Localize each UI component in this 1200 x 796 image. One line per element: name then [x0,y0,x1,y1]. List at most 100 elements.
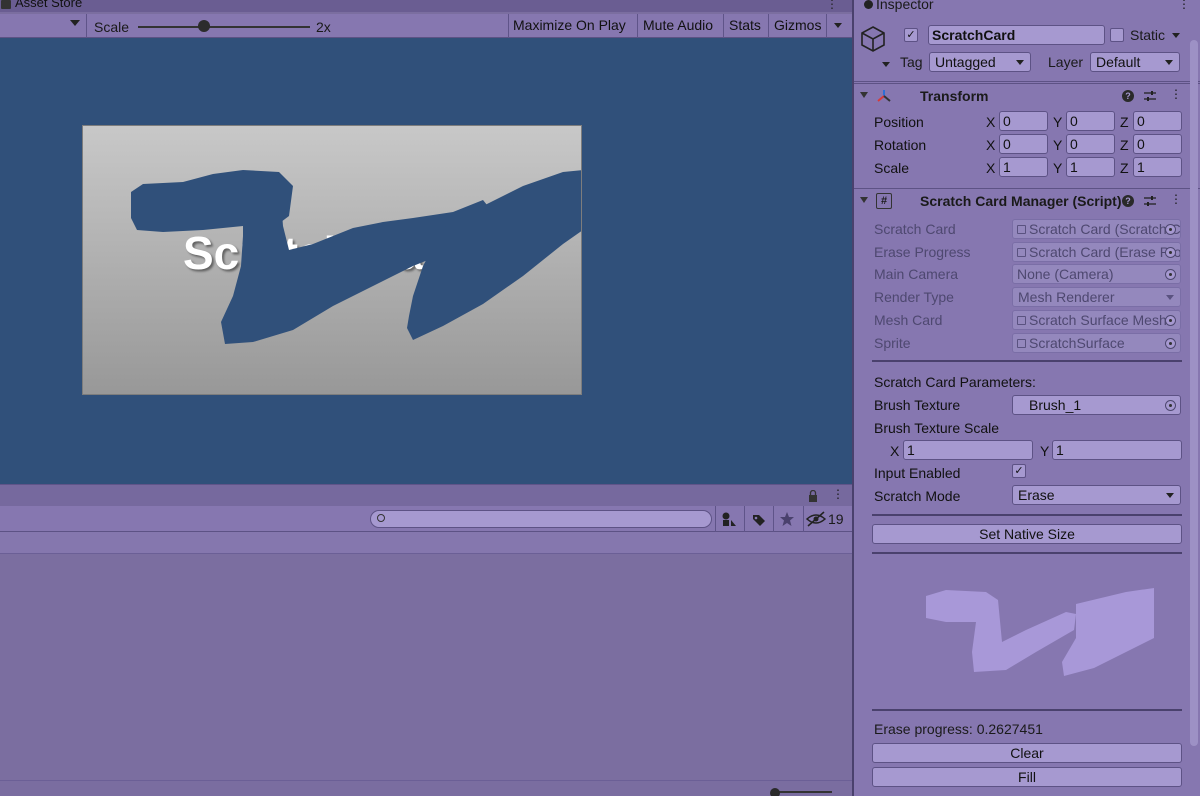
tag-dropdown[interactable]: Untagged [929,52,1031,72]
mute-audio-button[interactable]: Mute Audio [643,17,713,33]
object-picker-icon [1165,315,1176,326]
active-checkbox[interactable]: ✓ [904,28,918,42]
favorites-star-icon[interactable] [774,509,800,529]
preview-stroke [972,600,1076,672]
foldout-arrow-icon[interactable] [860,197,868,203]
section-divider [872,709,1182,711]
gizmos-dropdown-icon[interactable] [834,23,842,28]
script-icon: # [876,193,892,209]
static-checkbox[interactable] [1110,28,1124,42]
erase-progress-value: Scratch Card (Erase Progress) [1029,244,1180,260]
lock-icon[interactable] [808,490,818,502]
help-icon[interactable]: ? [1122,195,1134,207]
toolbar-separator [723,14,724,38]
tab-asset-store[interactable]: Asset Store [0,0,82,12]
gameobject-cube-icon[interactable] [858,24,888,54]
hidden-packages-eye-icon[interactable] [804,509,828,529]
scratch-mode-label: Scratch Mode [874,488,961,504]
scratch-card-parameters-heading: Scratch Card Parameters: [874,374,1036,390]
display-dropdown-icon[interactable] [70,20,80,26]
scale-label: Scale [874,160,910,176]
static-dropdown-icon[interactable] [1172,33,1180,38]
filter-by-label-icon[interactable] [745,509,771,529]
presets-icon[interactable] [1144,195,1156,207]
axis-z-label: Z [1120,160,1129,176]
layer-dropdown[interactable]: Default [1090,52,1180,72]
brush-texture-label: Brush Texture [874,397,961,413]
layer-value: Default [1096,54,1141,70]
rotation-y-field[interactable] [1066,134,1115,154]
game-tab-menu-icon[interactable]: ⋮ [826,0,838,11]
fill-button[interactable]: Fill [872,767,1182,787]
icon-dropdown-icon[interactable] [882,62,890,67]
object-name-field[interactable] [928,25,1105,45]
set-native-size-button[interactable]: Set Native Size [872,524,1182,544]
icon-size-slider-track[interactable] [776,791,832,793]
erase-progress-field: Scratch Card (Erase Progress) [1012,242,1181,262]
render-type-label: Render Type [874,289,954,305]
clear-button[interactable]: Clear [872,743,1182,763]
object-picker-icon[interactable] [1165,400,1176,411]
scratch-mask-preview [926,588,1154,676]
axis-x-label: X [890,443,900,459]
scratch-card-manager-header[interactable]: # Scratch Card Manager (Script) ? ⋮ [854,188,1200,212]
input-enabled-checkbox[interactable]: ✓ [1012,464,1026,478]
erase-progress-text: Erase progress: 0.2627451 [874,721,1043,737]
sprite-value: ScratchSurface [1029,335,1125,351]
inspector-scrollbar[interactable] [1190,40,1198,746]
project-toolbar: 19 [0,506,852,532]
filter-by-type-icon[interactable] [716,509,742,529]
tag-value: Untagged [935,54,996,70]
scale-slider-track[interactable] [138,26,310,28]
brush-scale-y-field[interactable] [1052,440,1182,460]
foldout-arrow-icon[interactable] [860,92,868,98]
render-type-value: Mesh Renderer [1018,289,1115,305]
section-divider [872,514,1182,516]
mesh-icon [1017,316,1026,325]
scale-z-field[interactable] [1133,157,1182,177]
transform-header[interactable]: Transform ? ⋮ [854,83,1200,107]
scale-x-field[interactable] [999,157,1048,177]
mesh-card-field: Scratch Surface Mesh [1012,310,1181,330]
gizmos-button[interactable]: Gizmos [774,17,821,33]
toolbar-separator [768,14,769,38]
position-z-field[interactable] [1133,111,1182,131]
scratch-stroke [407,170,581,340]
object-picker-icon [1165,269,1176,280]
component-menu-icon[interactable]: ⋮ [1170,87,1182,101]
position-y-field[interactable] [1066,111,1115,131]
rotation-label: Rotation [874,137,927,153]
project-status-bar [0,780,852,796]
rotation-z-field[interactable] [1133,134,1182,154]
axis-z-label: Z [1120,114,1129,130]
component-menu-icon[interactable]: ⋮ [1170,192,1182,206]
object-picker-icon [1165,338,1176,349]
brush-scale-x-field[interactable] [903,440,1033,460]
brush-texture-field[interactable]: Brush_1 [1012,395,1181,415]
script-icon [1017,248,1026,257]
project-content-area[interactable] [0,554,852,780]
maximize-on-play-button[interactable]: Maximize On Play [513,17,626,33]
preview-stroke [1062,588,1154,676]
scratch-card[interactable]: Scratch Card [82,125,582,395]
rotation-x-field[interactable] [999,134,1048,154]
scratch-mode-dropdown[interactable]: Erase [1012,485,1181,505]
chevron-down-icon [1166,493,1174,498]
stats-button[interactable]: Stats [729,17,761,33]
section-divider [872,552,1182,554]
project-search-input[interactable] [370,510,712,528]
scratch-card-field: Scratch Card (Scratch Card) [1012,219,1181,239]
input-enabled-label: Input Enabled [874,465,961,481]
position-x-field[interactable] [999,111,1048,131]
inspector-menu-icon[interactable]: ⋮ [1178,0,1190,11]
game-viewport[interactable]: Scratch Card [0,38,852,484]
tab-inspector[interactable]: Inspector ⋮ [854,0,1200,12]
presets-icon[interactable] [1144,90,1156,102]
section-divider [872,360,1182,362]
help-icon[interactable]: ? [1122,90,1134,102]
tab-inspector-label: Inspector [876,0,934,12]
icon-size-slider-thumb[interactable] [770,788,780,796]
scale-y-field[interactable] [1066,157,1115,177]
project-panel-menu-icon[interactable]: ⋮ [832,487,844,501]
scale-slider-thumb[interactable] [198,20,210,32]
